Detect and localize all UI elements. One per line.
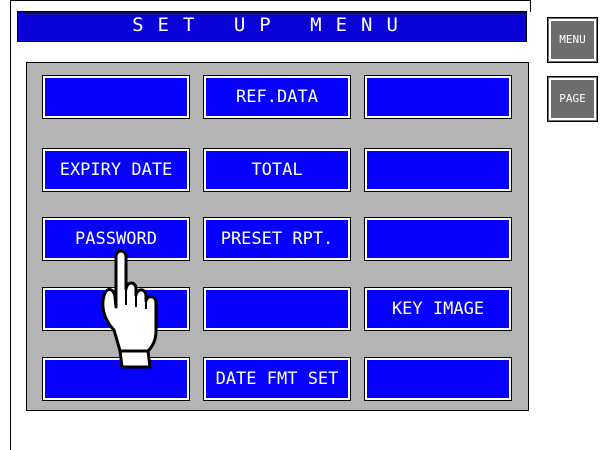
menu-key-r2-c3[interactable] [364, 148, 512, 192]
menu-key-r1-c3[interactable] [364, 75, 512, 119]
expiry-date-button[interactable]: EXPIRY DATE [42, 148, 190, 192]
ref-data-button[interactable]: REF.DATA [203, 75, 351, 119]
menu-key-r4-c2[interactable] [203, 287, 351, 331]
date-fmt-set-button[interactable]: DATE FMT SET [203, 357, 351, 401]
page-button[interactable]: PAGE [547, 76, 598, 122]
preset-rpt-button[interactable]: PRESET RPT. [203, 217, 351, 261]
screen-left-border [10, 0, 11, 450]
menu-key-r3-c3[interactable] [364, 217, 512, 261]
page-title: SET UP MENU [132, 14, 412, 36]
pointing-hand-icon [101, 249, 158, 369]
menu-key-r5-c3[interactable] [364, 357, 512, 401]
menu-key-r1-c1[interactable] [42, 75, 190, 119]
menu-button[interactable]: MENU [547, 17, 598, 63]
key-image-button[interactable]: KEY IMAGE [364, 287, 512, 331]
title-bar: SET UP MENU [17, 11, 527, 42]
total-button[interactable]: TOTAL [203, 148, 351, 192]
